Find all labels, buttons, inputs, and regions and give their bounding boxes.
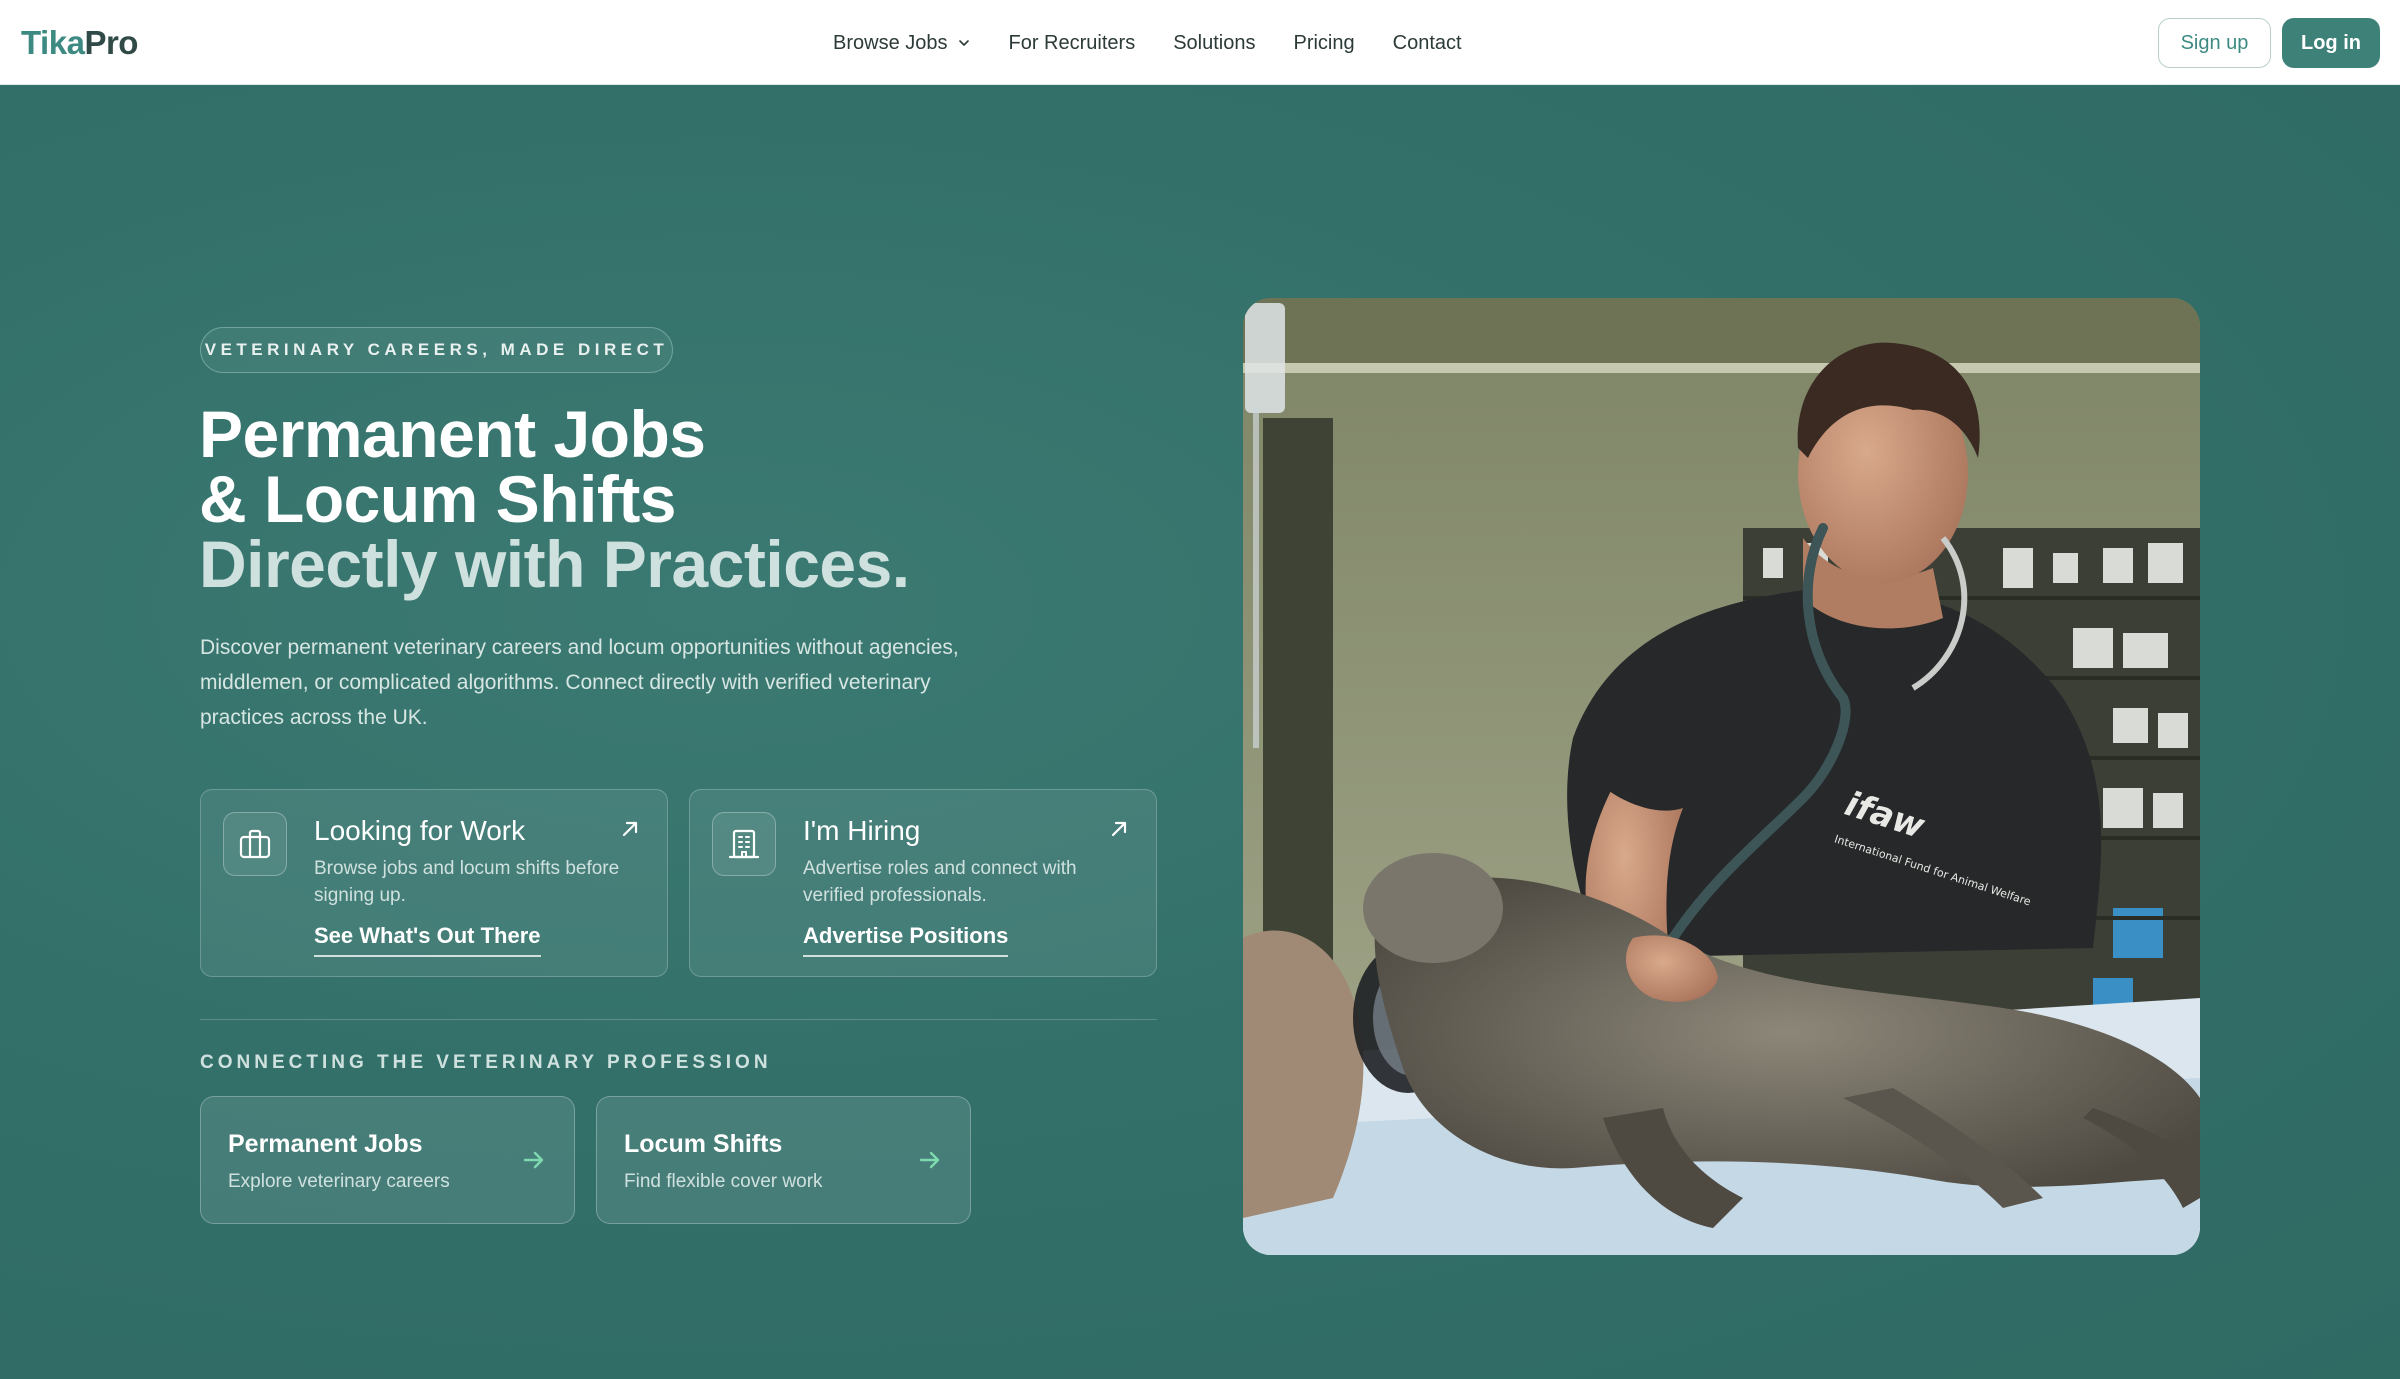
- nav-browse-jobs-label: Browse Jobs: [833, 31, 948, 54]
- nav-links: Browse Jobs For Recruiters Solutions Pri…: [833, 30, 1462, 56]
- eyebrow-badge: VETERINARY CAREERS, MADE DIRECT: [200, 327, 673, 373]
- nav-contact[interactable]: Contact: [1393, 32, 1462, 55]
- card-description: Advertise roles and connect with verifie…: [803, 858, 1077, 906]
- section-divider: [200, 1019, 1157, 1020]
- card-title: I'm Hiring: [803, 815, 921, 846]
- nav-browse-jobs[interactable]: Browse Jobs: [833, 32, 971, 55]
- mini-card-title: Locum Shifts: [624, 1130, 783, 1158]
- advertise-positions-link[interactable]: Advertise Positions: [803, 923, 1009, 957]
- login-button[interactable]: Log in: [2282, 18, 2380, 68]
- mini-card-subtitle: Find flexible cover work: [624, 1171, 823, 1192]
- arrow-right-icon: [919, 1151, 940, 1169]
- nav-solutions[interactable]: Solutions: [1173, 32, 1255, 55]
- hero-photo-vet-examining-koala: ifaw International Fund for Animal Welfa…: [1243, 298, 2200, 1255]
- logo[interactable]: TikaPro: [21, 24, 138, 62]
- nav-for-recruiters[interactable]: For Recruiters: [1009, 32, 1136, 55]
- card-title: Looking for Work: [314, 815, 526, 846]
- hero-lead-text: Discover permanent veterinary careers an…: [200, 636, 959, 729]
- im-hiring-card[interactable]: I'm Hiring Advertise roles and connect w…: [689, 789, 1157, 977]
- building-icon: [712, 812, 776, 876]
- locum-shifts-link-card[interactable]: Locum Shifts Find flexible cover work: [596, 1096, 971, 1224]
- section-label: CONNECTING THE VETERINARY PROFESSION: [200, 1052, 772, 1073]
- mini-card-subtitle: Explore veterinary careers: [228, 1171, 450, 1192]
- arrow-up-right-icon: [622, 821, 638, 837]
- logo-part-tika: Tika: [21, 24, 85, 61]
- heading-line-1: Permanent Jobs: [199, 397, 706, 471]
- top-navbar: TikaPro Browse Jobs For Recruiters Solut…: [0, 0, 2400, 85]
- heading-line-3: Directly with Practices.: [199, 527, 910, 601]
- arrow-up-right-icon: [1111, 821, 1127, 837]
- briefcase-icon: [223, 812, 287, 876]
- heading-line-2: & Locum Shifts: [199, 462, 677, 536]
- card-description: Browse jobs and locum shifts before sign…: [314, 858, 620, 906]
- signup-button[interactable]: Sign up: [2158, 18, 2271, 68]
- looking-for-work-card[interactable]: Looking for Work Browse jobs and locum s…: [200, 789, 668, 977]
- logo-part-pro: Pro: [84, 24, 138, 61]
- mini-card-title: Permanent Jobs: [228, 1130, 423, 1158]
- nav-pricing[interactable]: Pricing: [1293, 32, 1354, 55]
- permanent-jobs-link-card[interactable]: Permanent Jobs Explore veterinary career…: [200, 1096, 575, 1224]
- arrow-right-icon: [523, 1151, 544, 1169]
- see-whats-out-there-link[interactable]: See What's Out There: [314, 923, 541, 957]
- hero-heading: Permanent Jobs & Locum Shifts Directly w…: [199, 397, 1199, 601]
- chevron-down-icon: [958, 40, 969, 46]
